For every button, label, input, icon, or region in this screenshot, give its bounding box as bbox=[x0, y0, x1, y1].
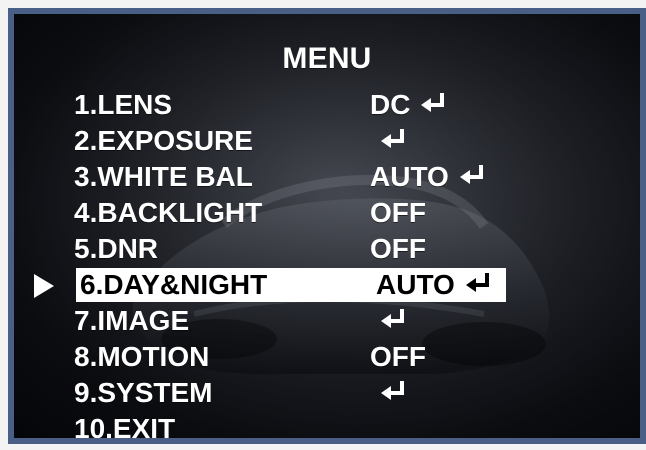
menu-item-label: 2.EXPOSURE bbox=[74, 124, 253, 156]
osd-menu-list: 1.LENS DC 2.EXPOSURE 3.WHITE BAL AUTO 4.… bbox=[70, 88, 610, 438]
menu-item-dnr[interactable]: 5.DNR OFF bbox=[70, 232, 610, 265]
menu-item-value-text: OFF bbox=[370, 340, 426, 372]
menu-item-value-text: AUTO bbox=[370, 160, 449, 192]
menu-item-value-text: OFF bbox=[370, 196, 426, 228]
menu-item-value bbox=[370, 308, 412, 333]
menu-item-label: 4.BACKLIGHT bbox=[74, 196, 263, 228]
menu-item-value-text: DC bbox=[370, 88, 411, 120]
menu-item-value bbox=[370, 128, 412, 153]
menu-item-label: 1.LENS bbox=[74, 88, 173, 120]
menu-item-value: OFF bbox=[370, 341, 426, 373]
menu-item-system[interactable]: 9.SYSTEM bbox=[70, 376, 610, 409]
menu-item-exit[interactable]: 10.EXIT bbox=[70, 412, 610, 444]
menu-item-value: OFF bbox=[370, 197, 426, 229]
enter-return-icon bbox=[421, 92, 445, 112]
menu-item-lens[interactable]: 1.LENS DC bbox=[70, 88, 610, 121]
menu-title: MENU bbox=[282, 42, 372, 75]
enter-return-icon bbox=[465, 273, 489, 292]
menu-item-label: 6.DAY&NIGHT bbox=[80, 269, 268, 300]
selection-cursor-icon bbox=[32, 272, 56, 300]
menu-item-exposure[interactable]: 2.EXPOSURE bbox=[70, 124, 610, 157]
enter-return-icon bbox=[381, 128, 404, 148]
menu-item-value: DC bbox=[370, 89, 452, 121]
menu-item-value bbox=[370, 380, 412, 405]
menu-item-value: AUTO bbox=[376, 269, 497, 301]
osd-screen-frame: MENU 1.LENS DC 2.EXPOSURE 3.WHITE BAL AU… bbox=[8, 8, 646, 444]
menu-item-value-text: AUTO bbox=[376, 269, 455, 300]
menu-item-value: AUTO bbox=[370, 161, 491, 193]
enter-return-icon bbox=[459, 164, 483, 184]
menu-item-label: 3.WHITE BAL bbox=[74, 160, 253, 192]
menu-item-label: 10.EXIT bbox=[74, 412, 176, 444]
menu-item-label: 7.IMAGE bbox=[74, 304, 190, 336]
enter-return-icon bbox=[381, 308, 404, 328]
menu-item-day-night[interactable]: 6.DAY&NIGHT AUTO bbox=[76, 268, 506, 302]
menu-item-label: 9.SYSTEM bbox=[74, 376, 213, 408]
menu-item-value: OFF bbox=[370, 233, 426, 265]
menu-item-backlight[interactable]: 4.BACKLIGHT OFF bbox=[70, 196, 610, 229]
menu-item-label: 8.MOTION bbox=[74, 340, 210, 372]
menu-item-label: 5.DNR bbox=[74, 232, 159, 264]
menu-item-value-text: OFF bbox=[370, 232, 426, 264]
menu-item-motion[interactable]: 8.MOTION OFF bbox=[70, 340, 610, 373]
menu-item-white-bal[interactable]: 3.WHITE BAL AUTO bbox=[70, 160, 610, 193]
enter-return-icon bbox=[381, 380, 404, 400]
menu-item-image[interactable]: 7.IMAGE bbox=[70, 304, 610, 337]
